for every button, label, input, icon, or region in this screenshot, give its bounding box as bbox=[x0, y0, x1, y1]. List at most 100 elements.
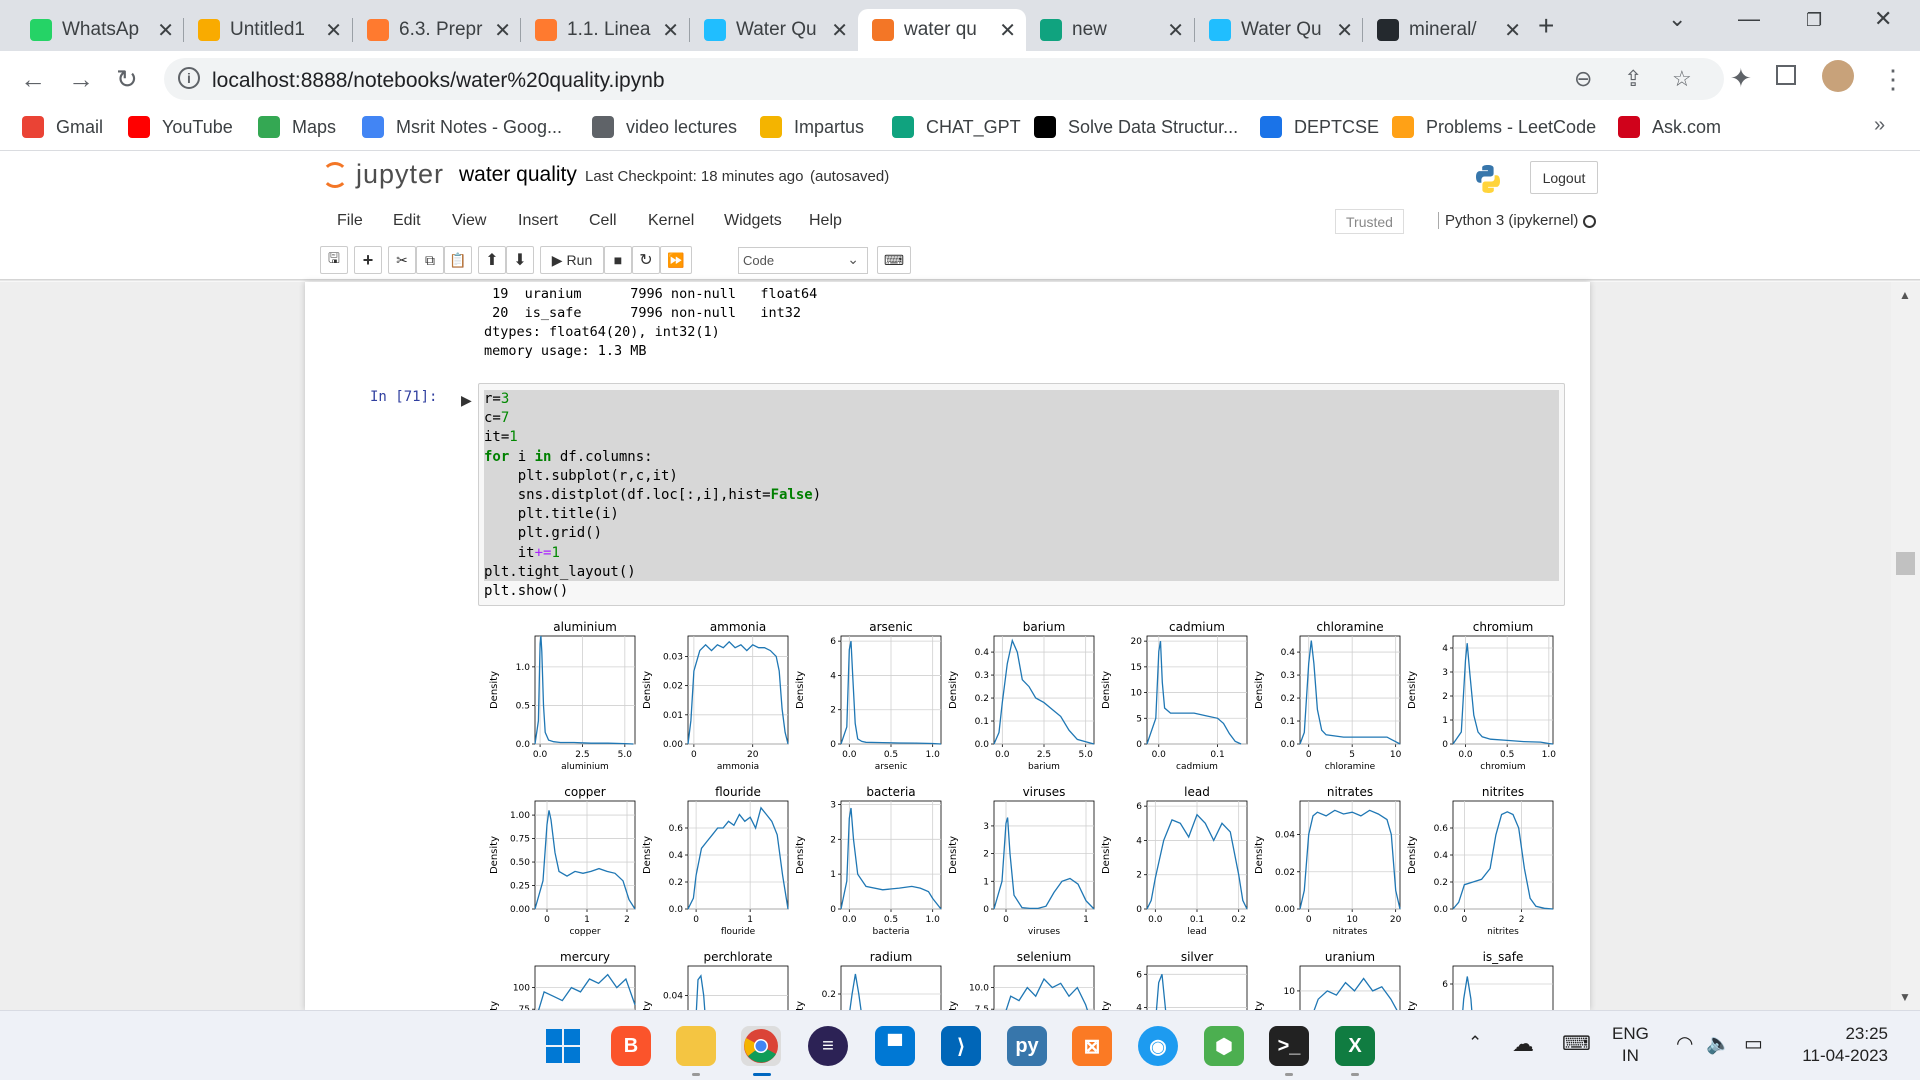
battery-icon[interactable]: ▭ bbox=[1744, 1031, 1763, 1056]
bookmark-1[interactable]: YouTube bbox=[128, 116, 233, 138]
wifi-icon[interactable]: ◠ bbox=[1676, 1031, 1693, 1056]
cut-icon[interactable]: ✂ bbox=[388, 246, 416, 274]
brave-icon[interactable]: B bbox=[611, 1026, 651, 1066]
cell-type-select[interactable]: Code ⌄ bbox=[738, 247, 868, 274]
bookmark-10[interactable]: Ask.com bbox=[1618, 116, 1721, 138]
insert-cell-icon[interactable]: + bbox=[354, 246, 382, 274]
run-button[interactable]: ▶ Run bbox=[540, 246, 604, 274]
tab-close-icon[interactable]: ✕ bbox=[999, 18, 1016, 43]
menu-help[interactable]: Help bbox=[809, 212, 842, 230]
command-palette-icon[interactable]: ⌨ bbox=[877, 246, 911, 274]
browser-menu-icon[interactable]: ⋮ bbox=[1880, 64, 1906, 95]
tab-close-icon[interactable]: ✕ bbox=[157, 18, 174, 43]
restart-icon[interactable]: ↻ bbox=[632, 246, 660, 274]
logout-button[interactable]: Logout bbox=[1530, 161, 1598, 194]
menu-file[interactable]: File bbox=[337, 212, 363, 230]
copy-icon[interactable]: ⧉ bbox=[416, 246, 444, 274]
tab-close-icon[interactable]: ✕ bbox=[494, 18, 511, 43]
clock[interactable]: 23:25 11-04-2023 bbox=[1798, 1023, 1888, 1067]
tab-close-icon[interactable]: ✕ bbox=[325, 18, 342, 43]
zoom-icon[interactable]: ⊖ bbox=[1574, 66, 1592, 92]
eclipse-icon[interactable]: ≡ bbox=[808, 1026, 848, 1066]
tab-close-icon[interactable]: ✕ bbox=[1504, 18, 1521, 43]
forward-icon[interactable]: → bbox=[68, 64, 94, 95]
tab-close-icon[interactable]: ✕ bbox=[831, 18, 848, 43]
menu-cell[interactable]: Cell bbox=[589, 212, 617, 230]
save-icon[interactable]: 🖫 bbox=[320, 246, 348, 274]
bookmark-7[interactable]: Solve Data Structur... bbox=[1034, 116, 1238, 138]
move-down-icon[interactable]: ⬇ bbox=[506, 246, 534, 274]
scrollbar-thumb[interactable] bbox=[1896, 552, 1915, 575]
back-icon[interactable]: ← bbox=[20, 64, 46, 95]
onedrive-icon[interactable]: ☁ bbox=[1512, 1031, 1534, 1057]
start-icon[interactable] bbox=[543, 1026, 583, 1066]
tray-overflow-icon[interactable]: ⌃ bbox=[1468, 1033, 1482, 1053]
site-info-icon[interactable]: i bbox=[178, 67, 200, 89]
zoom-app-icon[interactable]: ◉ bbox=[1138, 1026, 1178, 1066]
bookmark-0[interactable]: Gmail bbox=[22, 116, 103, 138]
bookmark-8[interactable]: DEPTCSE bbox=[1260, 116, 1379, 138]
menu-edit[interactable]: Edit bbox=[393, 212, 421, 230]
desktop-app-icon[interactable]: ▀ bbox=[875, 1026, 915, 1066]
tab-close-icon[interactable]: ✕ bbox=[662, 18, 679, 43]
paste-icon[interactable]: 📋 bbox=[444, 246, 472, 274]
browser-tab-5[interactable]: water qu ✕ bbox=[858, 9, 1026, 51]
restart-run-all-icon[interactable]: ⏩ bbox=[660, 246, 692, 274]
language-indicator[interactable]: ENG IN bbox=[1612, 1023, 1649, 1067]
menu-insert[interactable]: Insert bbox=[518, 212, 558, 230]
bookmark-5[interactable]: Impartus bbox=[760, 116, 864, 138]
menu-kernel[interactable]: Kernel bbox=[648, 212, 694, 230]
file-explorer-icon[interactable] bbox=[676, 1026, 716, 1066]
extensions-icon[interactable]: ✦ bbox=[1730, 63, 1752, 94]
browser-tab-1[interactable]: Untitled1 ✕ bbox=[184, 9, 352, 51]
share-icon[interactable]: ⇪ bbox=[1624, 66, 1642, 92]
trusted-indicator[interactable]: Trusted bbox=[1335, 209, 1404, 234]
interrupt-icon[interactable]: ■ bbox=[604, 246, 632, 274]
chrome-icon[interactable] bbox=[741, 1026, 781, 1066]
profile-avatar[interactable] bbox=[1822, 60, 1854, 92]
bookmark-6[interactable]: CHAT_GPT bbox=[892, 116, 1021, 138]
tab-close-icon[interactable]: ✕ bbox=[1167, 18, 1184, 43]
address-bar[interactable]: i localhost:8888/notebooks/water%20quali… bbox=[164, 58, 1724, 100]
menu-widgets[interactable]: Widgets bbox=[724, 212, 782, 230]
more-bookmarks-icon[interactable]: » bbox=[1874, 114, 1885, 137]
side-panel-icon[interactable] bbox=[1776, 65, 1796, 85]
browser-tab-3[interactable]: 1.1. Linea ✕ bbox=[521, 9, 689, 51]
browser-tab-6[interactable]: new ✕ bbox=[1026, 9, 1194, 51]
restore-button[interactable]: ❐ bbox=[1806, 10, 1822, 31]
kernel-name[interactable]: Python 3 (ipykernel) bbox=[1438, 212, 1578, 229]
browser-tab-8[interactable]: mineral/ ✕ bbox=[1363, 9, 1531, 51]
notebook-name[interactable]: water quality bbox=[459, 163, 577, 187]
reload-icon[interactable]: ↻ bbox=[116, 64, 138, 95]
jupyter-logo[interactable]: jupyter bbox=[322, 159, 444, 190]
bookmark-3[interactable]: Msrit Notes - Goog... bbox=[362, 116, 562, 138]
bookmark-9[interactable]: Problems - LeetCode bbox=[1392, 116, 1596, 138]
tab-close-icon[interactable]: ✕ bbox=[1336, 18, 1353, 43]
nodejs-icon[interactable]: ⬢ bbox=[1204, 1026, 1244, 1066]
tab-search-icon[interactable]: ⌄ bbox=[1668, 6, 1686, 32]
bookmark-2[interactable]: Maps bbox=[258, 116, 336, 138]
bookmark-4[interactable]: video lectures bbox=[592, 116, 737, 138]
excel-icon[interactable]: X bbox=[1335, 1026, 1375, 1066]
python-idle-icon[interactable]: py bbox=[1007, 1026, 1047, 1066]
browser-tab-2[interactable]: 6.3. Prepr ✕ bbox=[353, 9, 521, 51]
close-window-button[interactable]: ✕ bbox=[1874, 6, 1892, 32]
run-cell-icon[interactable]: ▶ bbox=[461, 392, 472, 409]
menu-view[interactable]: View bbox=[452, 212, 486, 230]
scroll-up-icon[interactable]: ▲ bbox=[1899, 288, 1911, 302]
url-text[interactable]: localhost:8888/notebooks/water%20quality… bbox=[212, 69, 665, 93]
bookmark-star-icon[interactable]: ☆ bbox=[1672, 66, 1692, 92]
browser-tab-0[interactable]: WhatsAp ✕ bbox=[16, 9, 184, 51]
xampp-icon[interactable]: ⊠ bbox=[1072, 1026, 1112, 1066]
terminal-icon[interactable]: >_ bbox=[1269, 1026, 1309, 1066]
minimize-button[interactable]: — bbox=[1738, 6, 1760, 32]
browser-tab-7[interactable]: Water Qu ✕ bbox=[1195, 9, 1363, 51]
move-up-icon[interactable]: ⬆ bbox=[478, 246, 506, 274]
new-tab-icon[interactable]: + bbox=[1538, 10, 1554, 42]
vscode-icon[interactable]: ⟩ bbox=[941, 1026, 981, 1066]
keyboard-icon[interactable]: ⌨ bbox=[1562, 1031, 1591, 1056]
scroll-down-icon[interactable]: ▼ bbox=[1899, 990, 1911, 1004]
volume-icon[interactable]: 🔈 bbox=[1706, 1031, 1731, 1056]
browser-tab-4[interactable]: Water Qu ✕ bbox=[690, 9, 858, 51]
vertical-scrollbar[interactable]: ▲ ▼ bbox=[1891, 282, 1920, 1010]
